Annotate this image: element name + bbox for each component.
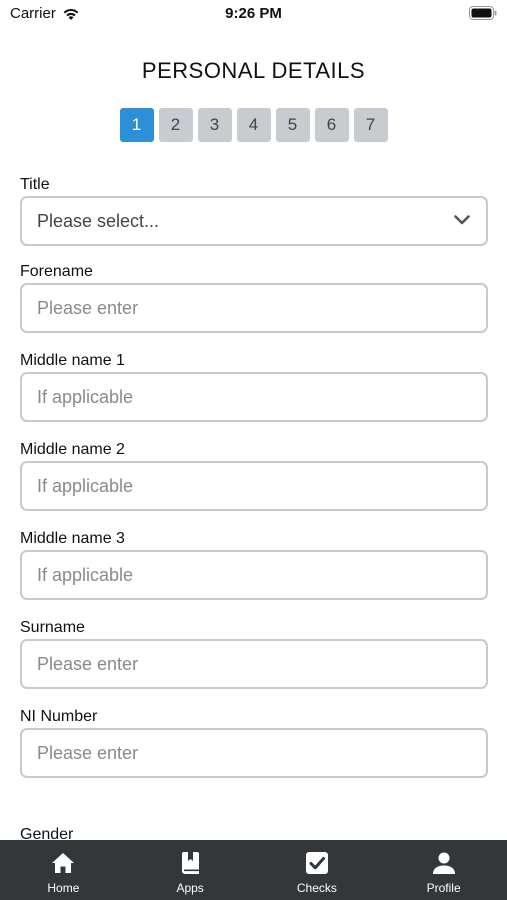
tab-apps[interactable]: Apps (127, 840, 254, 900)
middle-name-3-label: Middle name 3 (20, 530, 125, 547)
step-3-button[interactable]: 3 (197, 108, 232, 142)
surname-input[interactable]: Please enter (20, 639, 488, 689)
book-icon (182, 852, 200, 874)
tab-checks-label: Checks (296, 881, 337, 895)
tab-home[interactable]: Home (0, 840, 127, 900)
checkbox-icon (305, 852, 328, 874)
middle-name-3-placeholder: If applicable (37, 564, 134, 585)
step-7-button[interactable]: 7 (353, 108, 388, 142)
chevron-down-icon (454, 215, 470, 225)
forename-placeholder: Please enter (37, 297, 139, 318)
title-label: Title (20, 176, 50, 193)
middle-name-2-placeholder: If applicable (37, 475, 134, 496)
status-bar: Carrier 9:26 PM (0, 0, 507, 30)
step-indicator: 1 2 3 4 5 6 7 (0, 108, 507, 142)
ni-number-label: NI Number (20, 708, 98, 725)
forename-label: Forename (20, 263, 93, 280)
middle-name-2-label: Middle name 2 (20, 441, 125, 458)
surname-placeholder: Please enter (37, 653, 139, 674)
middle-name-1-input[interactable]: If applicable (20, 372, 488, 422)
tab-apps-label: Apps (176, 881, 204, 895)
person-icon (432, 852, 455, 874)
title-select-value: Please select... (37, 210, 160, 231)
surname-label: Surname (20, 619, 85, 636)
middle-name-2-input[interactable]: If applicable (20, 461, 488, 511)
personal-details-form: Title Please select... Forename Please e… (20, 174, 488, 846)
step-4-button[interactable]: 4 (236, 108, 271, 142)
step-5-button[interactable]: 5 (275, 108, 310, 142)
page-title: PERSONAL DETAILS (141, 58, 366, 83)
middle-name-3-input[interactable]: If applicable (20, 550, 488, 600)
tab-checks[interactable]: Checks (254, 840, 381, 900)
middle-name-1-label: Middle name 1 (20, 352, 125, 369)
bottom-tab-bar: Home Apps Checks Profile (0, 840, 507, 900)
battery-icon (469, 6, 497, 20)
tab-home-label: Home (47, 881, 80, 895)
title-select[interactable]: Please select... (20, 196, 488, 246)
home-icon (52, 853, 75, 873)
tab-profile[interactable]: Profile (380, 840, 507, 900)
step-1-button[interactable]: 1 (119, 108, 154, 142)
ni-number-input[interactable]: Please enter (20, 728, 488, 778)
ni-number-placeholder: Please enter (37, 742, 139, 763)
step-2-button[interactable]: 2 (158, 108, 193, 142)
step-6-button[interactable]: 6 (314, 108, 349, 142)
status-time: 9:26 PM (225, 5, 282, 22)
forename-input[interactable]: Please enter (20, 283, 488, 333)
middle-name-1-placeholder: If applicable (37, 386, 134, 407)
tab-profile-label: Profile (426, 881, 461, 895)
